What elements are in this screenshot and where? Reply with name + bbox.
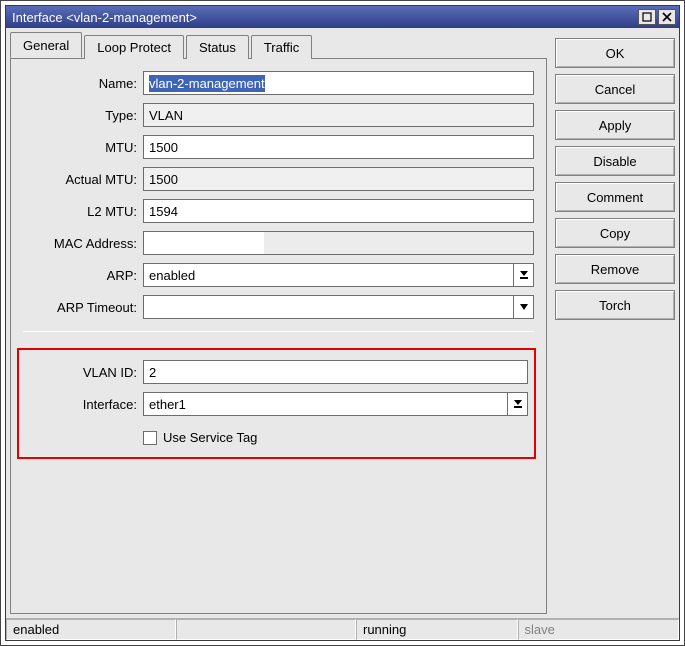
type-value: VLAN: [143, 103, 534, 127]
type-text: VLAN: [149, 108, 183, 123]
arp-label: ARP:: [23, 268, 143, 283]
mac-rest: [264, 232, 533, 254]
row-vlan-id: VLAN ID: 2: [23, 360, 528, 384]
arp-input[interactable]: enabled: [143, 263, 514, 287]
mtu-input[interactable]: 1500: [143, 135, 534, 159]
mtu-label: MTU:: [23, 140, 143, 155]
status-enabled: enabled: [6, 619, 176, 640]
actual-mtu-value: 1500: [143, 167, 534, 191]
ok-button[interactable]: OK: [555, 38, 675, 68]
separator: [23, 331, 534, 332]
vlan-id-value: 2: [149, 365, 156, 380]
row-type: Type: VLAN: [23, 103, 534, 127]
close-button[interactable]: [658, 9, 676, 25]
row-mac: MAC Address:: [23, 231, 534, 255]
arp-value: enabled: [149, 268, 195, 283]
mac-label: MAC Address:: [23, 236, 143, 251]
mac-input[interactable]: [143, 231, 534, 255]
row-arp-timeout: ARP Timeout:: [23, 295, 534, 319]
row-interface: Interface: ether1: [23, 392, 528, 416]
main-column: General Loop Protect Status Traffic Name…: [10, 32, 547, 614]
disable-button[interactable]: Disable: [555, 146, 675, 176]
l2mtu-value: 1594: [149, 204, 178, 219]
comment-button[interactable]: Comment: [555, 182, 675, 212]
arp-timeout-input[interactable]: [143, 295, 514, 319]
row-name: Name: vlan-2-management: [23, 71, 534, 95]
window: Interface <vlan-2-management> General Lo…: [5, 5, 680, 641]
row-actual-mtu: Actual MTU: 1500: [23, 167, 534, 191]
tab-general[interactable]: General: [10, 32, 82, 58]
tab-loop-protect[interactable]: Loop Protect: [84, 35, 184, 59]
statusbar: enabled running slave: [6, 618, 679, 640]
tab-traffic[interactable]: Traffic: [251, 35, 312, 59]
actual-mtu-label: Actual MTU:: [23, 172, 143, 187]
l2mtu-label: L2 MTU:: [23, 204, 143, 219]
interface-label: Interface:: [23, 397, 143, 412]
use-service-tag-label: Use Service Tag: [163, 430, 257, 445]
status-slave: slave: [518, 619, 680, 640]
minimize-icon: [642, 12, 652, 22]
cancel-button[interactable]: Cancel: [555, 74, 675, 104]
close-icon: [662, 12, 672, 22]
client-area: General Loop Protect Status Traffic Name…: [6, 28, 679, 618]
row-l2mtu: L2 MTU: 1594: [23, 199, 534, 223]
status-spacer: [176, 619, 356, 640]
highlight-box: VLAN ID: 2 Interface:: [17, 348, 536, 459]
dropdown-icon: [514, 400, 522, 408]
interface-input[interactable]: ether1: [143, 392, 508, 416]
apply-button[interactable]: Apply: [555, 110, 675, 140]
mtu-value: 1500: [149, 140, 178, 155]
row-use-service-tag: Use Service Tag: [143, 430, 528, 445]
vlan-id-input[interactable]: 2: [143, 360, 528, 384]
side-buttons: OK Cancel Apply Disable Comment Copy Rem…: [555, 32, 675, 614]
chevron-down-icon: [520, 304, 528, 310]
arp-timeout-label: ARP Timeout:: [23, 300, 143, 315]
row-arp: ARP: enabled: [23, 263, 534, 287]
arp-dropdown-button[interactable]: [514, 263, 534, 287]
name-label: Name:: [23, 76, 143, 91]
torch-button[interactable]: Torch: [555, 290, 675, 320]
row-mtu: MTU: 1500: [23, 135, 534, 159]
arp-timeout-dropdown-button[interactable]: [514, 295, 534, 319]
use-service-tag-checkbox[interactable]: [143, 431, 157, 445]
tabstrip: General Loop Protect Status Traffic: [10, 32, 547, 58]
interface-dropdown-button[interactable]: [508, 392, 528, 416]
copy-button[interactable]: Copy: [555, 218, 675, 248]
titlebar[interactable]: Interface <vlan-2-management>: [6, 6, 679, 28]
type-label: Type:: [23, 108, 143, 123]
minimize-button[interactable]: [638, 9, 656, 25]
name-input[interactable]: vlan-2-management: [143, 71, 534, 95]
name-value: vlan-2-management: [149, 75, 265, 92]
mac-editable[interactable]: [144, 232, 264, 254]
vlan-id-label: VLAN ID:: [23, 365, 143, 380]
tab-panel-general: Name: vlan-2-management Type:: [10, 58, 547, 614]
status-running: running: [356, 619, 518, 640]
l2mtu-input[interactable]: 1594: [143, 199, 534, 223]
dropdown-icon: [520, 271, 528, 279]
form: Name: vlan-2-management Type:: [23, 71, 534, 459]
main-layout: General Loop Protect Status Traffic Name…: [10, 32, 675, 614]
remove-button[interactable]: Remove: [555, 254, 675, 284]
interface-value: ether1: [149, 397, 186, 412]
tab-status[interactable]: Status: [186, 35, 249, 59]
window-title: Interface <vlan-2-management>: [12, 10, 638, 25]
title-button-group: [638, 9, 676, 25]
vlan-sub-form: VLAN ID: 2 Interface:: [23, 360, 528, 445]
screenshot-frame: Interface <vlan-2-management> General Lo…: [0, 0, 685, 646]
actual-mtu-text: 1500: [149, 172, 178, 187]
